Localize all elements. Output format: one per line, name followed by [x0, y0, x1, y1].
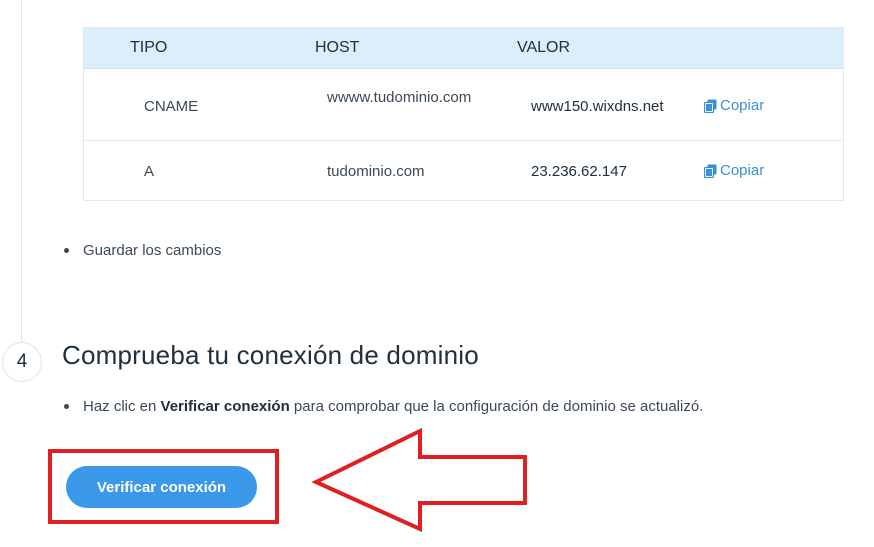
cell-host: wwww.tudominio.com [327, 89, 472, 106]
cell-value: 23.236.62.147 [531, 163, 627, 180]
copy-label: Copiar [720, 97, 765, 114]
cell-value: www150.wixdns.net [531, 98, 664, 115]
instruction-suffix: para comprobar que la configuración de d… [289, 398, 704, 415]
step-title: Comprueba tu conexión de dominio [62, 340, 479, 370]
instruction-prefix: Haz clic en [83, 398, 161, 415]
step-number-badge: 4 [2, 342, 42, 382]
cell-type: CNAME [144, 98, 199, 115]
copy-button[interactable]: Copiar [704, 162, 764, 179]
bullet-dot [64, 248, 69, 253]
arrow-left-annotation [311, 428, 527, 532]
timeline-line [21, 0, 22, 345]
copy-icon [704, 164, 717, 178]
table-row: CNAME wwww.tudominio.com www150.wixdns.n… [84, 69, 843, 141]
copy-button[interactable]: Copiar [704, 97, 764, 114]
cell-type: A [144, 163, 155, 180]
copy-label: Copiar [720, 162, 765, 179]
dns-records-table: TIPO HOST VALOR CNAME wwww.tudominio.com… [83, 27, 844, 201]
header-host: HOST [315, 39, 360, 56]
header-tipo: TIPO [130, 39, 168, 56]
save-changes-text: Guardar los cambios [83, 242, 222, 259]
table-row: A tudominio.com 23.236.62.147 Copiar [84, 141, 843, 201]
copy-icon [704, 99, 717, 113]
table-header: TIPO HOST VALOR [84, 28, 843, 69]
annotation-highlight-box [48, 449, 279, 524]
step-number: 4 [16, 351, 28, 372]
instruction-bold: Verificar conexión [160, 398, 290, 415]
cell-host: tudominio.com [327, 163, 425, 180]
bullet-dot [64, 404, 69, 409]
header-valor: VALOR [517, 39, 571, 56]
verify-instruction: Haz clic en Verificar conexión para comp… [83, 398, 703, 415]
